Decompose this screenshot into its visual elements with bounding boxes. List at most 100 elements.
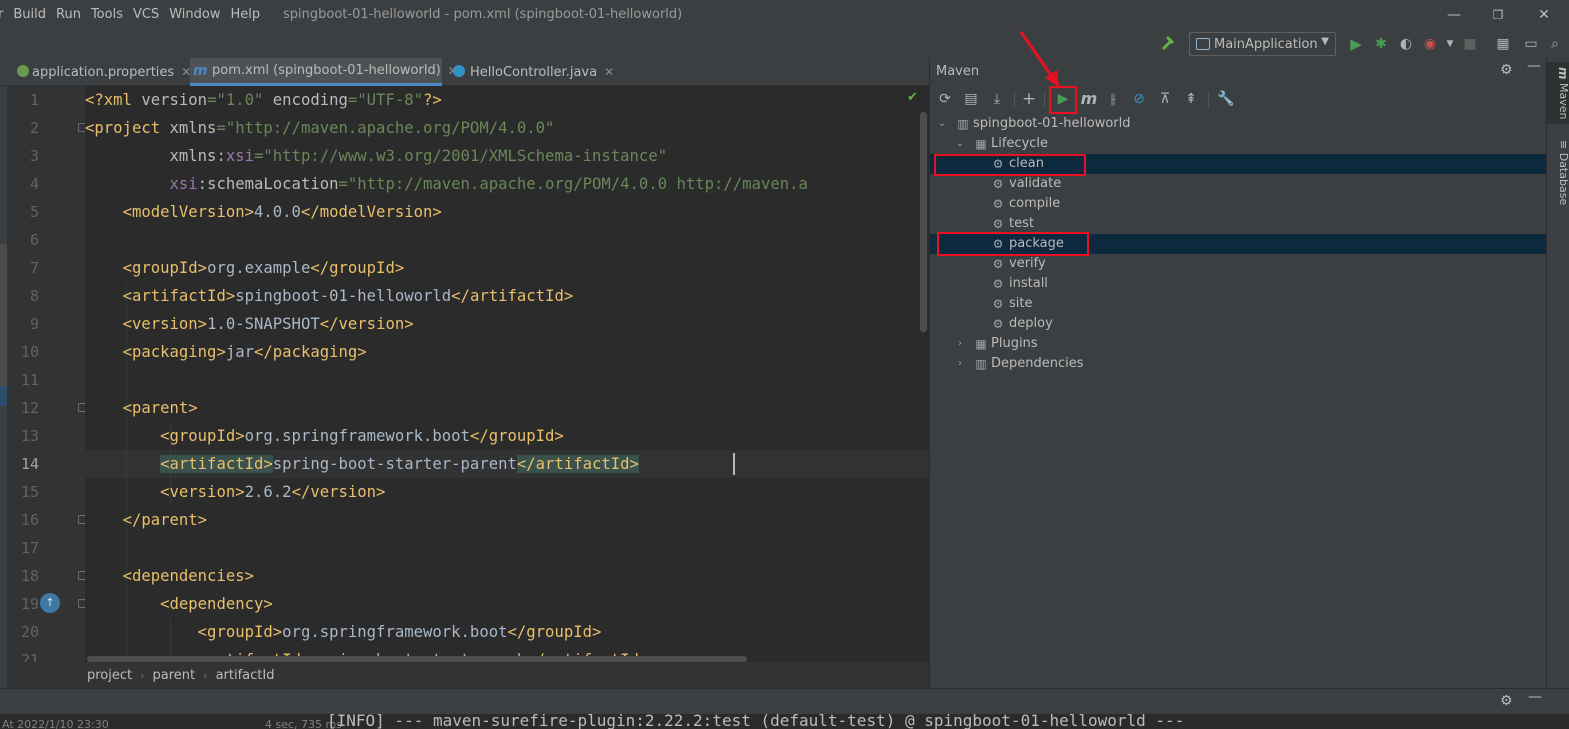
database-side-tab[interactable]: ≡ Database [1547,138,1569,208]
code-line-20: <groupId>org.springframework.boot</group… [197,623,602,641]
tree-label: compile [1009,196,1061,211]
hide-panel-button[interactable]: — [1527,58,1541,74]
project-tool-marker [0,244,7,392]
run-configuration-dropdown[interactable]: MainApplication ▼ [1189,32,1336,56]
gear-icon[interactable]: ⚙ [1500,62,1513,78]
tree-item-lifecycle[interactable]: ⌄ ▦ Lifecycle [930,134,1547,154]
code-line-15: <version>2.6.2</version> [160,483,386,501]
breadcrumb-item[interactable]: artifactId [216,668,275,683]
line-number: 1 [29,91,39,109]
lifecycle-deploy[interactable]: ⚙ deploy [930,314,1547,334]
project-structure-icon[interactable]: ▦ [1493,34,1513,54]
maven-toolbar: ⟳ ▤ ⤓ + ▶ m ⫲ ⊘ ⊼ ⇞ 🔧 [930,86,1547,112]
profile-icon[interactable]: ◉ [1420,34,1440,54]
stop-icon[interactable]: ■ [1460,34,1480,54]
tab-hello-controller[interactable]: HelloController.java ✕ [450,58,614,86]
annotation-box-package [937,232,1089,256]
more-run-options-icon[interactable]: ▼ [1440,34,1460,54]
close-window-button[interactable]: ✕ [1534,5,1554,25]
chevron-down-icon[interactable]: ⌄ [954,134,966,154]
line-number: 18 [20,567,39,585]
reload-icon[interactable]: ⟳ [934,88,956,110]
tree-item-project[interactable]: ⌄ ▥ spingboot-01-helloworld [930,114,1547,134]
line-number: 4 [29,175,39,193]
download-icon[interactable]: ⤓ [986,88,1008,110]
tab-label: application.properties [32,64,175,80]
code-line-14: <artifactId>spring-boot-starter-parent</… [160,455,639,473]
coverage-icon[interactable]: ◐ [1396,34,1416,54]
tree-item-plugins[interactable]: › ▦ Plugins [930,334,1547,354]
tree-label: test [1009,216,1034,231]
build-hammer-icon[interactable] [1158,34,1178,54]
annotation-box-clean [934,154,1086,176]
wrench-icon[interactable]: 🔧 [1215,88,1237,110]
java-class-icon [453,65,465,77]
lifecycle-verify[interactable]: ⚙ verify [930,254,1547,274]
maven-file-icon: m [193,63,208,79]
breadcrumb-item[interactable]: project [87,668,132,683]
collapse-all-icon[interactable]: ⇞ [1180,88,1202,110]
lifecycle-folder-icon: ▦ [975,137,987,151]
line-number: 12 [20,399,39,417]
menu-window[interactable]: Window [164,6,225,24]
hide-panel-button[interactable]: — [1528,689,1542,705]
selected-tool-marker [0,386,7,406]
execute-maven-goal-icon[interactable]: m [1078,88,1100,110]
line-number: 11 [20,371,39,389]
build-timestamp: At 2022/1/10 23:30 [2,718,109,729]
add-icon[interactable]: + [1018,88,1040,110]
menu-build[interactable]: Build [8,6,51,24]
maven-side-tab[interactable]: m Maven [1547,62,1569,124]
breadcrumb: project › parent › artifactId [7,662,929,688]
chevron-right-icon[interactable]: › [954,354,966,374]
debug-icon[interactable]: ✱ [1371,34,1391,54]
toolbar-separator [1044,91,1045,107]
gear-icon: ⚙ [992,297,1004,311]
gear-icon[interactable]: ⚙ [1500,693,1513,709]
menu-build-partial[interactable]: r [0,6,8,24]
toolbar-separator [1208,91,1209,107]
editor-gutter[interactable]: 1 2 3 4 5 6 7 8 9 10 11 12 13 14 15 16 1… [7,86,109,669]
menu-vcs[interactable]: VCS [128,6,164,24]
show-dependencies-icon[interactable]: ⊼ [1154,88,1176,110]
line-number: 7 [29,259,39,277]
minimize-window-button[interactable]: — [1444,5,1464,25]
lifecycle-validate[interactable]: ⚙ validate [930,174,1547,194]
annotation-box-run [1049,86,1077,114]
generate-sources-icon[interactable]: ▤ [960,88,982,110]
breadcrumb-item[interactable]: parent [153,668,196,683]
lifecycle-install[interactable]: ⚙ install [930,274,1547,294]
search-icon[interactable]: ⌕ [1545,34,1565,54]
lifecycle-compile[interactable]: ⚙ compile [930,194,1547,214]
console-output-line: [INFO] --- maven-surefire-plugin:2.22.2:… [327,714,1185,729]
code-line-5: <modelVersion>4.0.0</modelVersion> [122,203,442,221]
menu-run[interactable]: Run [51,6,86,24]
window-title: spingboot-01-helloworld - pom.xml (sping… [283,7,683,22]
chevron-right-icon[interactable]: › [954,334,966,354]
tab-application-properties[interactable]: application.properties ✕ [14,58,191,86]
toggle-offline-icon[interactable]: ⫲ [1102,88,1124,110]
tab-pom-xml[interactable]: m pom.xml (spingboot-01-helloworld) ✕ [190,58,458,86]
line-number: 19 [20,595,39,613]
tab-label: pom.xml (spingboot-01-helloworld) [212,63,441,78]
lifecycle-test[interactable]: ⚙ test [930,214,1547,234]
close-icon[interactable]: ✕ [604,65,614,79]
run-toolbar: MainApplication ▼ ▶ ✱ ◐ ◉ ▼ ■ ▦ ▭ ⌕ [0,30,1569,58]
restore-window-button[interactable]: ❐ [1488,5,1508,25]
run-icon[interactable]: ▶ [1346,34,1366,54]
code-line-12: <parent> [122,399,198,417]
vertical-scrollbar[interactable] [920,112,927,332]
maven-project-icon: ▥ [957,117,969,131]
inspection-ok-icon[interactable]: ✔ [907,90,918,105]
menu-tools[interactable]: Tools [86,6,128,24]
code-editor[interactable]: <?xml version="1.0" encoding="UTF-8"?> <… [85,86,929,662]
database-icon: ≡ [1557,140,1569,150]
dependency-gutter-icon[interactable]: ↑ [40,593,60,613]
tree-item-dependencies[interactable]: › ▥ Dependencies [930,354,1547,374]
presentation-icon[interactable]: ▭ [1521,34,1541,54]
skip-tests-icon[interactable]: ⊘ [1128,88,1150,110]
lifecycle-site[interactable]: ⚙ site [930,294,1547,314]
menu-help[interactable]: Help [225,6,265,24]
chevron-down-icon[interactable]: ⌄ [936,114,948,134]
code-line-8: <artifactId>spingboot-01-helloworld</art… [122,287,574,305]
